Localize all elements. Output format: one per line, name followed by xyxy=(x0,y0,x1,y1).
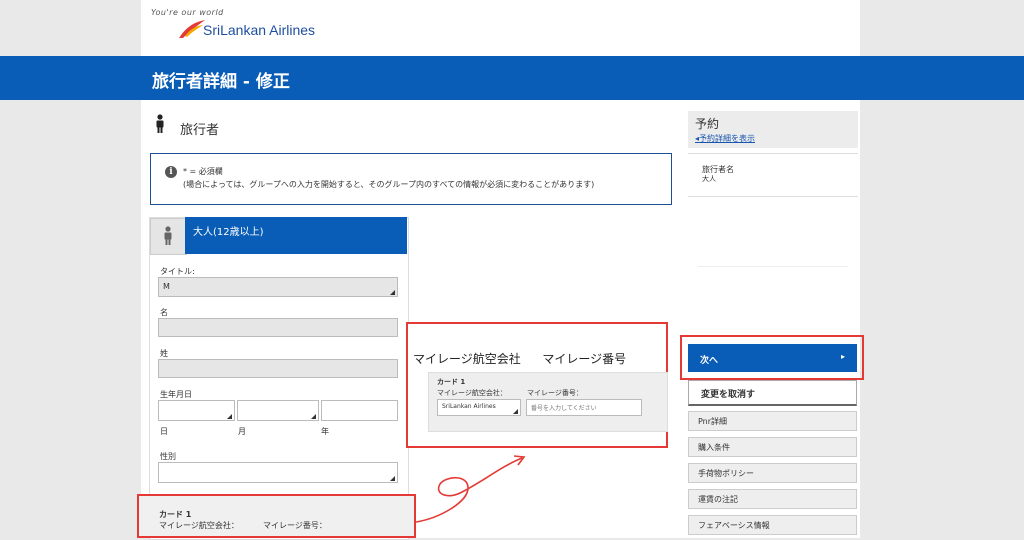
passenger-type-icon-box xyxy=(150,218,187,255)
next-button[interactable]: 次へ ▸ xyxy=(688,344,857,372)
mileage-callout: マイレージ航空会社 マイレージ番号 カード 1 マイレージ航空会社： マイレージ… xyxy=(406,322,668,448)
callout-airline-value: SriLankan Airlines xyxy=(442,403,496,410)
pnr-details-label: Pnr詳細 xyxy=(698,417,728,426)
purchase-conditions-label: 購入条件 xyxy=(698,443,730,452)
callout-number-label: マイレージ番号： xyxy=(527,389,583,397)
required-info-box: i * = 必須欄 (場合によっては、グループへの入力を開始すると、そのグループ… xyxy=(150,153,672,205)
group-note: (場合によっては、グループへの入力を開始すると、そのグループ内のすべての情報が必… xyxy=(183,180,595,189)
dropdown-arrow-icon xyxy=(390,476,395,481)
dropdown-arrow-icon xyxy=(513,409,518,414)
annotation-arrow-icon xyxy=(415,455,526,523)
first-name-label: 名 xyxy=(160,308,168,317)
callout-card: カード 1 マイレージ航空会社： マイレージ番号： SriLankan Airl… xyxy=(428,372,668,432)
title-label: タイトル: xyxy=(160,267,195,276)
booking-summary-header: 予約 ◂予約詳細を表示 xyxy=(688,111,858,148)
passenger-type-header: 大人(12歳以上) xyxy=(185,217,407,254)
card-airline-label: マイレージ航空会社： xyxy=(159,521,239,530)
next-button-label: 次へ xyxy=(700,356,719,366)
cancel-button-label: 変更を取消す xyxy=(701,390,756,400)
callout-number-placeholder: 番号を入力してください xyxy=(531,405,597,412)
dob-label: 生年月日 xyxy=(160,390,192,399)
person-icon xyxy=(156,114,164,133)
callout-card-title: カード 1 xyxy=(437,378,466,386)
required-note: * = 必須欄 xyxy=(183,167,223,176)
cancel-changes-button[interactable]: 変更を取消す xyxy=(688,380,857,406)
person-icon xyxy=(164,226,172,245)
last-name-label: 姓 xyxy=(160,349,168,358)
traveler-section-title: 旅行者 xyxy=(180,123,220,138)
baggage-policy-label: 手荷物ポリシー xyxy=(698,469,754,478)
card-title: カード 1 xyxy=(159,510,192,519)
card-number-label: マイレージ番号： xyxy=(263,521,327,530)
dob-month-label: 月 xyxy=(238,427,246,436)
caret-right-icon: ▸ xyxy=(840,352,845,361)
purchase-conditions-link[interactable]: 購入条件 xyxy=(688,437,857,457)
passenger-type-label: 大人(12歳以上) xyxy=(193,227,264,238)
callout-number-input[interactable]: 番号を入力してください xyxy=(526,399,642,416)
card-highlight: カード 1 マイレージ航空会社： マイレージ番号： xyxy=(137,494,416,538)
callout-airline-label: マイレージ航空会社： xyxy=(437,389,507,397)
callout-title: マイレージ航空会社 マイレージ番号 xyxy=(413,350,626,367)
traveler-name-value: 大人 xyxy=(702,175,716,183)
fare-notes-link[interactable]: 運賃の注記 xyxy=(688,489,857,509)
airline-logo-text[interactable]: SriLankan Airlines xyxy=(203,22,315,38)
title-select[interactable]: M xyxy=(158,277,398,297)
dropdown-arrow-icon xyxy=(311,414,316,419)
callout-title-airline: マイレージ航空会社 xyxy=(413,352,521,366)
booking-title: 予約 xyxy=(695,117,720,131)
dropdown-arrow-icon xyxy=(227,414,232,419)
first-name-input[interactable] xyxy=(158,318,398,337)
dob-year-label: 年 xyxy=(321,427,329,436)
tagline: You're our world xyxy=(151,8,224,17)
title-select-value: M xyxy=(163,282,170,291)
pnr-details-link[interactable]: Pnr詳細 xyxy=(688,411,857,431)
booking-details-link-text: 予約詳細を表示 xyxy=(699,134,756,143)
callout-title-number: マイレージ番号 xyxy=(542,352,627,366)
dob-month-select[interactable] xyxy=(237,400,319,421)
baggage-policy-link[interactable]: 手荷物ポリシー xyxy=(688,463,857,483)
page-title: 旅行者詳細 - 修正 xyxy=(152,72,290,92)
booking-details-link[interactable]: ◂予約詳細を表示 xyxy=(695,133,755,144)
dob-year-input[interactable] xyxy=(321,400,398,421)
dob-day-label: 日 xyxy=(160,427,168,436)
traveler-summary: 旅行者名 大人 xyxy=(688,153,858,337)
fare-basis-link[interactable]: フェアベーシス情報 xyxy=(688,515,857,535)
fare-basis-label: フェアベーシス情報 xyxy=(698,521,770,530)
header: You're our world SriLankan Airlines xyxy=(141,0,860,56)
fare-notes-label: 運賃の注記 xyxy=(698,495,738,504)
last-name-input[interactable] xyxy=(158,359,398,378)
dropdown-arrow-icon xyxy=(390,290,395,295)
dob-day-select[interactable] xyxy=(158,400,235,421)
gender-select[interactable] xyxy=(158,462,398,483)
callout-airline-select[interactable]: SriLankan Airlines xyxy=(437,399,521,416)
gender-label: 性別 xyxy=(160,452,176,461)
info-icon: i xyxy=(165,166,177,178)
